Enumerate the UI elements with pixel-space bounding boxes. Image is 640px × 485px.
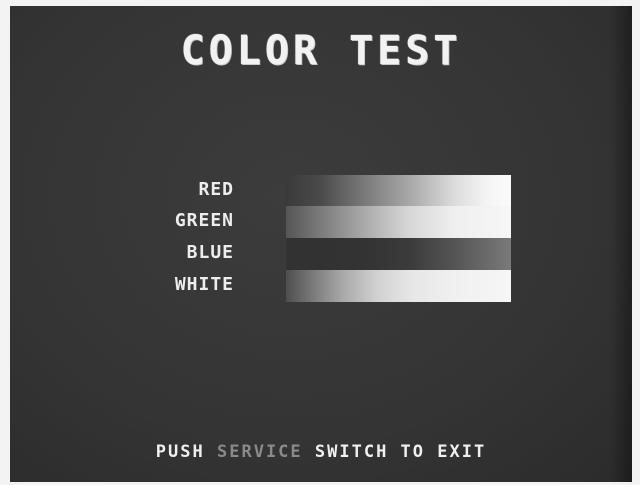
crt-screen: COLOR TEST RED GREEN BLUE WHITE PUSH SER… — [10, 6, 632, 482]
exit-instruction: PUSH SERVICE SWITCH TO EXIT — [10, 442, 632, 462]
color-row-blue: BLUE — [10, 238, 632, 270]
gradient-bar-green — [286, 206, 511, 238]
row-label-green: GREEN — [174, 210, 234, 231]
footer-push: PUSH — [155, 442, 205, 462]
page: COLOR TEST RED GREEN BLUE WHITE PUSH SER… — [0, 0, 640, 485]
row-label-red: RED — [198, 179, 234, 200]
color-row-white: WHITE — [10, 270, 632, 302]
color-row-red: RED — [10, 175, 632, 207]
color-row-green: GREEN — [10, 206, 632, 238]
gradient-bar-red — [286, 175, 511, 207]
row-label-blue: BLUE — [186, 242, 234, 263]
gradient-bar-white — [286, 270, 511, 302]
page-title: COLOR TEST — [180, 28, 462, 74]
row-label-white: WHITE — [174, 274, 234, 295]
screen-edge-shadow — [610, 6, 632, 482]
footer-switch-to-exit: SWITCH TO EXIT — [314, 442, 487, 462]
gradient-bar-blue — [286, 238, 511, 270]
footer-service: SERVICE — [217, 442, 303, 462]
